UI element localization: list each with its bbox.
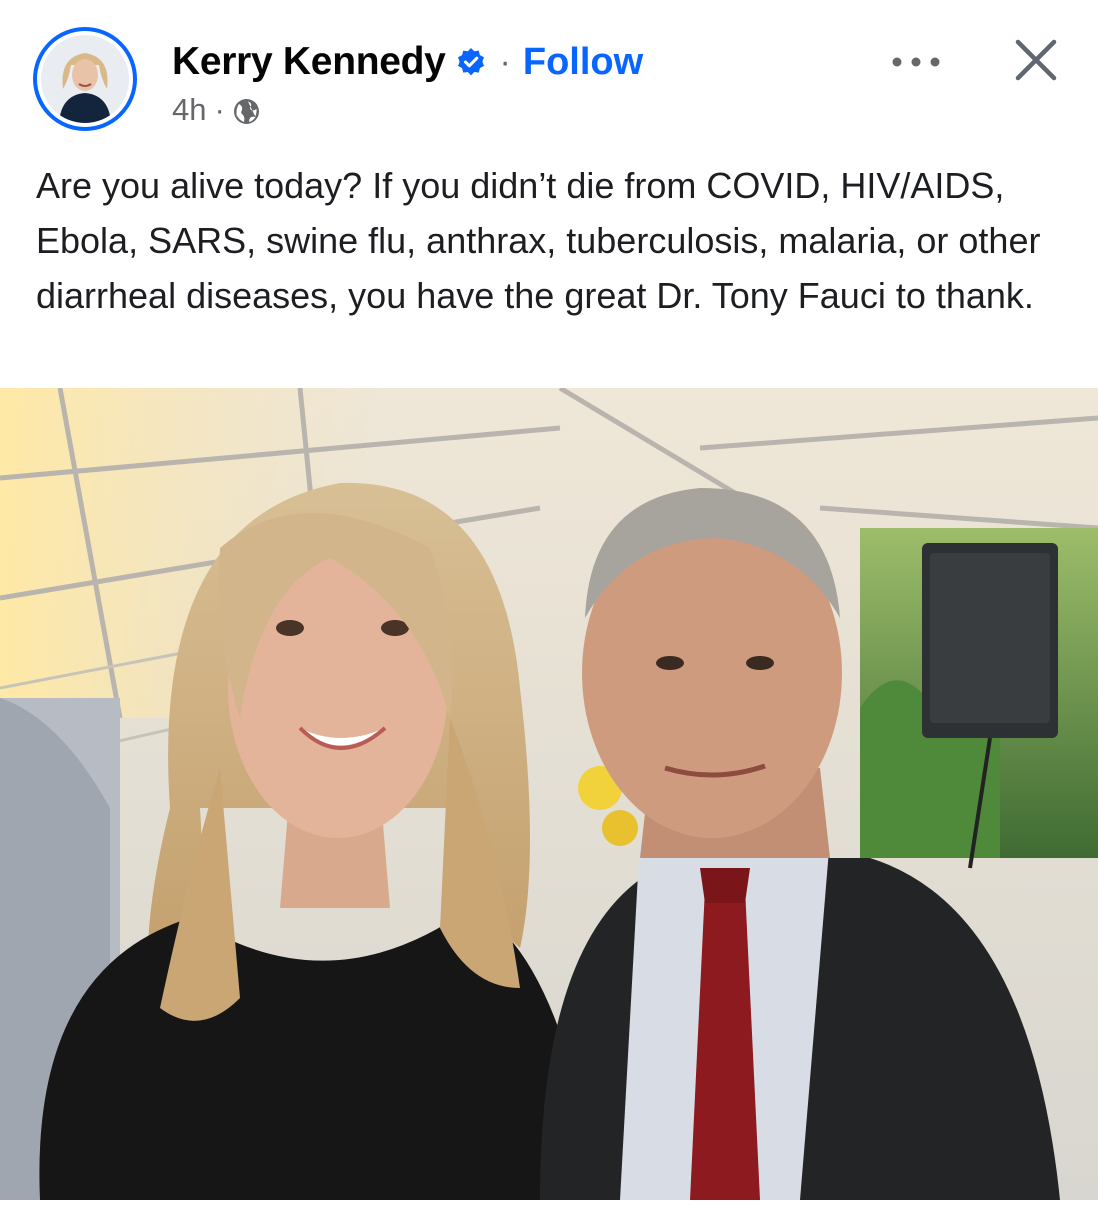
- post-meta: 4h ·: [172, 90, 260, 130]
- close-icon[interactable]: [1008, 32, 1064, 88]
- post-timestamp[interactable]: 4h: [172, 92, 206, 128]
- post-photo[interactable]: [0, 385, 1098, 1200]
- globe-icon[interactable]: [233, 97, 260, 124]
- author-row: Kerry Kennedy · Follow: [172, 36, 643, 88]
- author-name[interactable]: Kerry Kennedy: [172, 40, 446, 84]
- verified-badge-icon: [456, 47, 486, 77]
- post-text: Are you alive today? If you didn’t die f…: [36, 165, 1041, 316]
- post-header: Kerry Kennedy · Follow 4h ·: [0, 0, 1098, 150]
- header-separator: ·: [499, 42, 511, 81]
- more-options-icon[interactable]: [888, 44, 944, 80]
- meta-separator: ·: [214, 92, 225, 127]
- profile-avatar[interactable]: [33, 27, 137, 131]
- avatar-image: [41, 35, 129, 123]
- follow-button[interactable]: Follow: [523, 41, 643, 84]
